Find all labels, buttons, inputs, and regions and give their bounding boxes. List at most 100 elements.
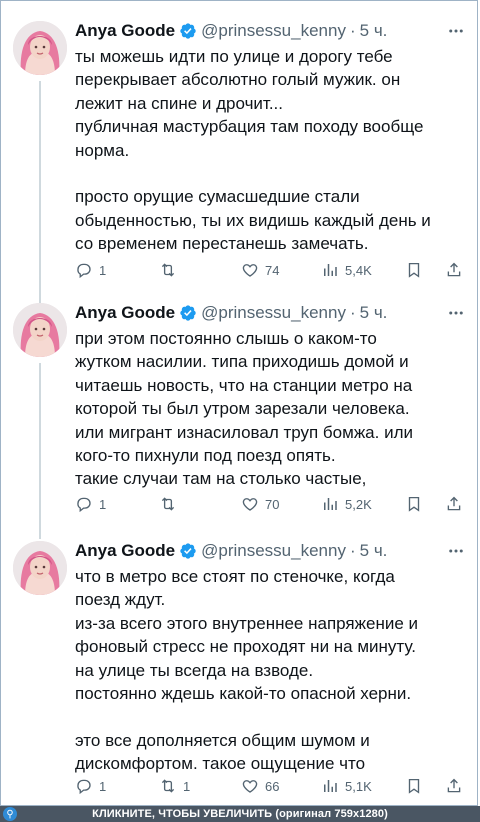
bookmark-icon <box>408 496 420 512</box>
tweet-text-line: перекрывает абсолютно голый мужик. он <box>75 70 401 90</box>
enlarge-bar[interactable]: ⚲ КЛИКНИТЕ, ЧТОБЫ УВЕЛИЧИТЬ (оригинал 75… <box>0 806 480 822</box>
tweet-text-line: такие случаи там на столько частые, <box>75 469 367 489</box>
bookmark-button[interactable] <box>405 493 423 515</box>
views-icon <box>324 498 337 510</box>
like-count: 66 <box>265 778 280 794</box>
author-name[interactable]: Anya Goode <box>75 541 175 561</box>
tweet[interactable]: Anya Goode @prinsessu_kenny · 5 ч. что в… <box>1 539 479 799</box>
views-icon <box>324 264 337 276</box>
share-button[interactable] <box>445 259 463 281</box>
tweet-text-line: или мигрант изнасиловал труп бомжа. или <box>75 422 413 442</box>
repost-button[interactable] <box>159 259 183 281</box>
share-button[interactable] <box>445 493 463 515</box>
like-button[interactable]: 66 <box>241 775 279 797</box>
bookmark-icon <box>408 262 420 278</box>
bookmark-button[interactable] <box>405 775 423 797</box>
repost-icon <box>161 497 175 511</box>
repost-button[interactable]: 1 <box>159 775 190 797</box>
repost-icon <box>161 263 175 277</box>
tweet-text: при этом постоянно слышь о каком-то жутк… <box>75 327 465 491</box>
more-dots-icon[interactable] <box>445 539 467 563</box>
separator-dot: · <box>349 541 356 560</box>
more-dots-icon[interactable] <box>445 19 467 43</box>
screenshot-frame: Anya Goode @prinsessu_kenny · 5 ч. ты мо… <box>0 0 478 806</box>
avatar-image <box>13 303 67 357</box>
reply-button[interactable]: 1 <box>75 259 106 281</box>
tweet-text: что в метро все стоят по стеночке, когда… <box>75 565 465 776</box>
author-name[interactable]: Anya Goode <box>75 303 175 323</box>
share-button[interactable] <box>445 775 463 797</box>
tweet-text-line: при этом постоянно слышь о каком-то <box>75 329 377 348</box>
tweet-text-line: дискомфортом. такое ощущение что <box>75 754 366 774</box>
verified-badge-icon <box>179 22 197 40</box>
tweet-text-line: норма. <box>75 140 130 160</box>
bookmark-button[interactable] <box>405 259 423 281</box>
avatar[interactable] <box>13 21 67 75</box>
tweet-text-line: читаешь новость, что на станции метро на <box>75 375 413 395</box>
verified-badge-icon <box>179 304 197 322</box>
like-button[interactable]: 70 <box>241 493 279 515</box>
like-button[interactable]: 74 <box>241 259 279 281</box>
tweet-text-line: со временем перестанешь замечать. <box>75 234 369 254</box>
tweet-text-line: это все дополняется общим шумом и <box>75 730 370 750</box>
timestamp[interactable]: 5 ч. <box>360 21 388 41</box>
share-icon <box>447 496 461 511</box>
tweet-text: ты можешь идти по улице и дорогу тебе пе… <box>75 45 465 256</box>
tweet-actions: 1 74 5,4K <box>75 259 465 281</box>
tweet-actions: 1 1 66 5,1K <box>75 775 465 797</box>
reply-icon <box>77 263 91 279</box>
enlarge-caption[interactable]: КЛИКНИТЕ, ЧТОБЫ УВЕЛИЧИТЬ (оригинал 759x… <box>92 808 388 820</box>
tweet-text-line: жутком насилии. типа приходишь домой и <box>75 352 409 372</box>
share-icon <box>447 778 461 793</box>
separator-dot: · <box>349 303 356 322</box>
views-icon <box>324 780 337 792</box>
author-handle[interactable]: @prinsessu_kenny <box>201 21 346 41</box>
bookmark-icon <box>408 778 420 794</box>
tweet-header: Anya Goode @prinsessu_kenny · 5 ч. <box>75 301 467 325</box>
repost-count: 1 <box>183 778 191 794</box>
views-button[interactable]: 5,4K <box>321 259 372 281</box>
tweet-text-line: фоновый стресс не проходят ни на минуту. <box>75 637 416 657</box>
more-dots-icon[interactable] <box>445 301 467 325</box>
avatar[interactable] <box>13 303 67 357</box>
reply-button[interactable]: 1 <box>75 775 106 797</box>
author-handle[interactable]: @prinsessu_kenny <box>201 303 346 323</box>
magnifier-icon: ⚲ <box>3 807 17 821</box>
repost-icon <box>161 779 175 793</box>
views-button[interactable]: 5,1K <box>321 775 372 797</box>
like-count: 70 <box>265 496 280 512</box>
reply-icon <box>77 497 91 513</box>
like-count: 74 <box>265 262 280 278</box>
avatar[interactable] <box>13 541 67 595</box>
timestamp[interactable]: 5 ч. <box>360 303 388 323</box>
reply-count: 1 <box>99 262 107 278</box>
tweet-text-line: поезд ждут. <box>75 590 166 610</box>
separator-dot: · <box>349 21 356 40</box>
timestamp[interactable]: 5 ч. <box>360 541 388 561</box>
views-count: 5,1K <box>345 778 372 794</box>
tweet[interactable]: Anya Goode @prinsessu_kenny · 5 ч. ты мо… <box>1 19 479 289</box>
tweet-text-line: обыденностью, ты их видишь каждый день и <box>75 210 431 230</box>
avatar-image <box>13 541 67 595</box>
tweet-text-line: ты можешь идти по улице и дорогу тебе <box>75 47 393 66</box>
tweet[interactable]: Anya Goode @prinsessu_kenny · 5 ч. при э… <box>1 301 479 531</box>
author-handle[interactable]: @prinsessu_kenny <box>201 541 346 561</box>
views-button[interactable]: 5,2K <box>321 493 372 515</box>
repost-button[interactable] <box>159 493 183 515</box>
share-icon <box>447 262 461 277</box>
author-name[interactable]: Anya Goode <box>75 21 175 41</box>
tweet-header: Anya Goode @prinsessu_kenny · 5 ч. <box>75 539 467 563</box>
tweet-text-line: лежит на спине и дрочит... <box>75 93 283 113</box>
tweet-text-line: просто орущие сумасшедшие стали <box>75 187 360 207</box>
tweet-text-line: что в метро все стоят по стеночке, когда <box>75 567 395 586</box>
reply-count: 1 <box>99 496 107 512</box>
tweet-text-line: кого-то пихнули под поезд опять. <box>75 446 336 466</box>
tweet-text-line: из-за всего этого внутреннее напряжение … <box>75 613 419 633</box>
like-icon <box>242 498 258 511</box>
reply-button[interactable]: 1 <box>75 493 106 515</box>
tweet-header: Anya Goode @prinsessu_kenny · 5 ч. <box>75 19 467 43</box>
reply-icon <box>77 779 91 795</box>
tweet-text-line: постоянно ждешь какой-то опасной херни. <box>75 684 412 704</box>
